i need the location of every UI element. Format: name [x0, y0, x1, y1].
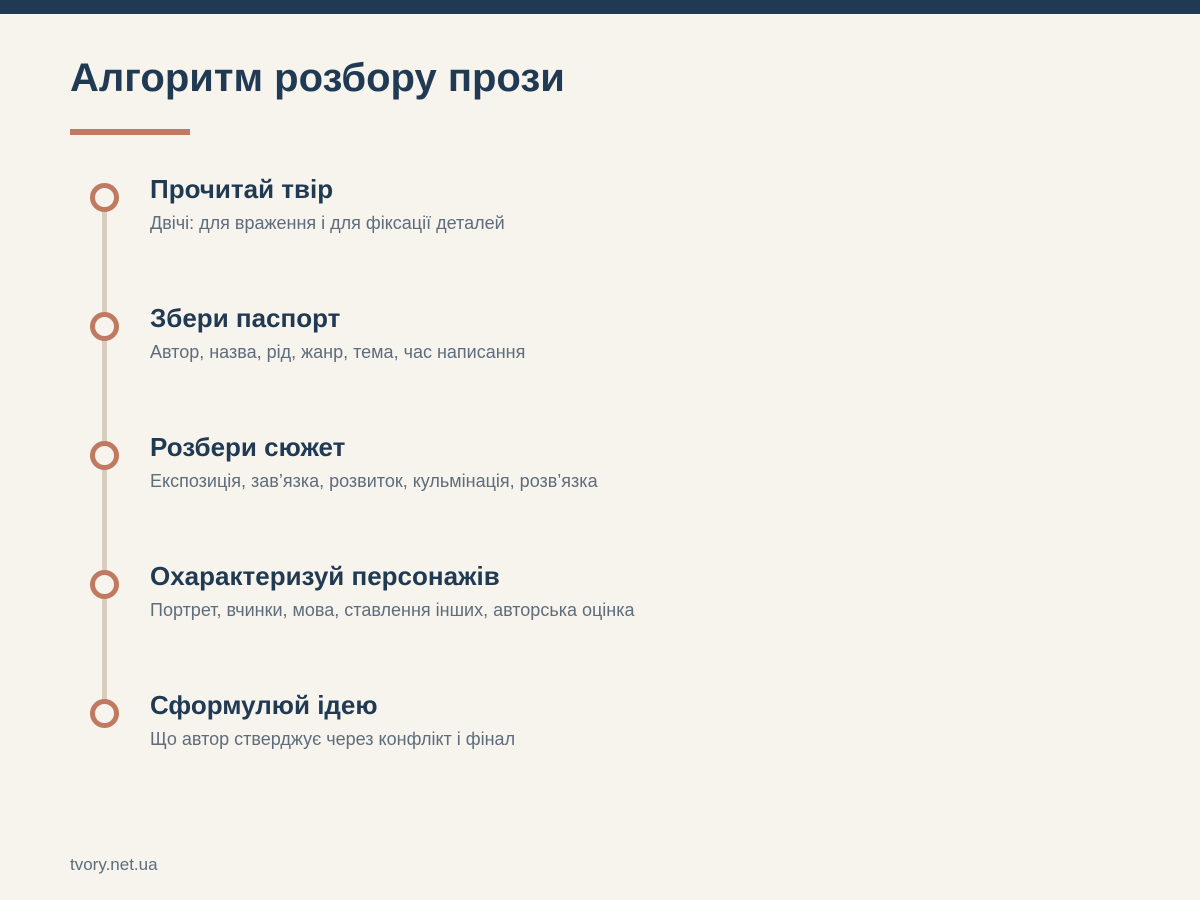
step-title: Сформулюй ідею	[150, 690, 378, 720]
step-description: Портрет, вчинки, мова, ставлення інших, …	[150, 600, 635, 620]
step-title: Розбери сюжет	[150, 432, 346, 462]
step-description: Що автор стверджує через конфлікт і фіна…	[150, 729, 516, 749]
step-title: Збери паспорт	[150, 303, 341, 333]
step-description: Експозиція, зав’язка, розвиток, кульміна…	[150, 471, 598, 491]
step-marker-icon	[90, 312, 119, 341]
step-characters: Охарактеризуй персонажів Портрет, вчинки…	[0, 557, 1200, 657]
step-marker-icon	[90, 441, 119, 470]
footer-site-name: tvory.net.ua	[70, 855, 158, 874]
step-read: Прочитай твір Двічі: для враження і для …	[0, 170, 1200, 270]
step-marker-icon	[90, 699, 119, 728]
step-idea: Сформулюй ідею Що автор стверджує через …	[0, 686, 1200, 786]
step-description: Автор, назва, рід, жанр, тема, час напис…	[150, 342, 526, 362]
step-title: Прочитай твір	[150, 174, 334, 204]
step-title: Охарактеризуй персонажів	[150, 561, 500, 591]
step-description: Двічі: для враження і для фіксації детал…	[150, 213, 505, 233]
steps-timeline: Прочитай твір Двічі: для враження і для …	[0, 0, 1200, 900]
step-passport: Збери паспорт Автор, назва, рід, жанр, т…	[0, 299, 1200, 399]
step-marker-icon	[90, 183, 119, 212]
step-marker-icon	[90, 570, 119, 599]
step-plot: Розбери сюжет Експозиція, зав’язка, розв…	[0, 428, 1200, 528]
